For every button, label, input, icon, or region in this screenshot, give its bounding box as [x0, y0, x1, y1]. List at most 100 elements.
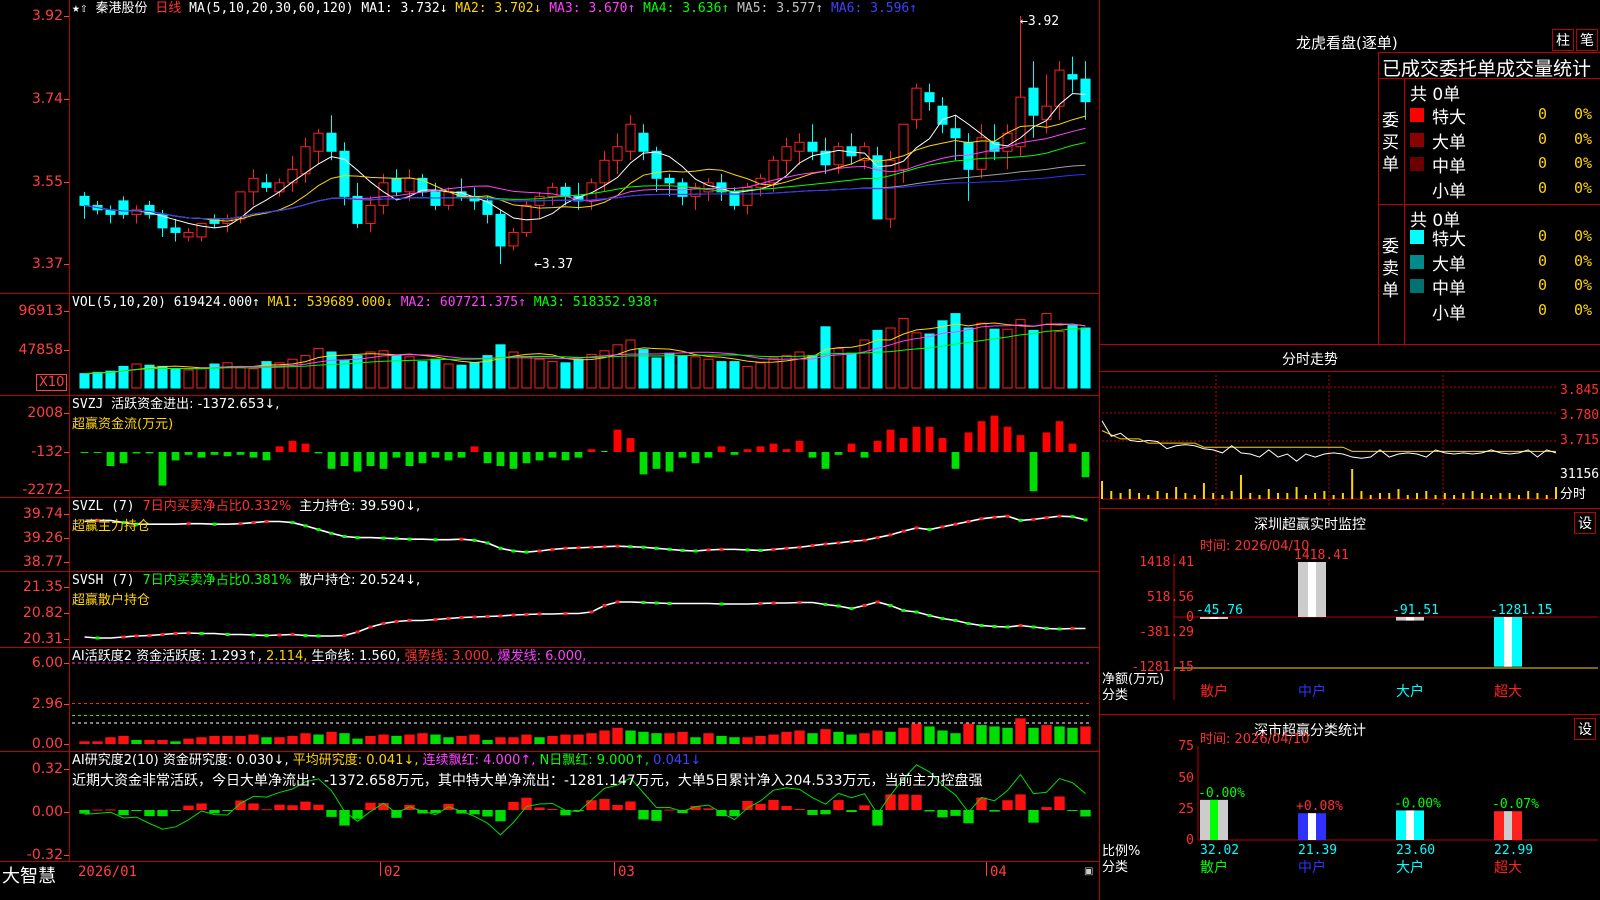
research-bar	[300, 801, 311, 810]
candle-body	[664, 177, 675, 184]
fund-flow-bar	[912, 426, 921, 452]
line-marker	[498, 614, 503, 618]
tick-view-button[interactable]: 笔	[1576, 29, 1598, 51]
svsh-header: SVSH (7) 7日内买卖净占比0.381% 散户持仓: 20.524↓,	[72, 573, 420, 589]
activity-bar	[820, 729, 831, 744]
intraday-vol-bar	[1239, 475, 1242, 499]
svzl-pane[interactable]: 39.74 39.26 38.77 SVZL (7) 7日内买卖净占比0.332…	[0, 498, 1100, 572]
fund-flow-bar	[327, 452, 336, 469]
line-marker	[797, 601, 802, 604]
svsh-label: SVSH (7)	[72, 573, 135, 588]
intraday-vol-bar	[1378, 493, 1381, 499]
intraday-unit: 分时	[1560, 487, 1587, 502]
kline-chart[interactable]	[0, 0, 1100, 294]
volume-bar	[937, 320, 948, 389]
fund-flow-bar	[249, 452, 258, 458]
ai-research-header: AI研究度2(10) 资金研究度: 0.030↓, 平均研究度: 0.041↓,…	[72, 753, 701, 769]
fund-flow-bar	[197, 452, 206, 458]
intraday-vol-bar	[1555, 487, 1557, 499]
intraday-chart[interactable]	[1100, 345, 1600, 509]
activity-bar	[950, 733, 961, 744]
volume-bar	[794, 351, 805, 389]
intraday-vol-bar	[1406, 495, 1409, 499]
ai1-title: 资金活跃度: 1.293↑,	[136, 649, 262, 664]
activity-bar	[716, 735, 727, 744]
monitor-category-label: 散户	[1200, 683, 1228, 700]
lock-icon[interactable]: ▣	[1084, 866, 1093, 877]
retail-line	[84, 601, 1086, 639]
order-percent: 0%	[1574, 129, 1593, 148]
line-marker	[290, 633, 295, 636]
activity-bar	[1002, 727, 1013, 744]
line-marker	[706, 548, 711, 552]
line-marker	[667, 547, 672, 551]
candle-body	[118, 200, 129, 215]
intraday-vol-bar	[1110, 491, 1113, 499]
order-count: 0	[1538, 129, 1548, 148]
buy-total: 共 0单	[1410, 85, 1461, 105]
volume-bar	[612, 344, 623, 389]
candle-body	[495, 213, 506, 247]
candle-body	[885, 159, 896, 220]
candle-body	[170, 227, 181, 233]
line-marker	[758, 602, 763, 605]
line-marker	[862, 538, 867, 542]
star-icon[interactable]: ★⇧	[72, 1, 88, 16]
research-bar	[950, 810, 961, 816]
research-bar	[976, 797, 987, 810]
research-bar	[703, 808, 714, 810]
svzj-pane[interactable]: 2008 -132 -2272 SVZJ 活跃资金进出: -1372.653↓,…	[0, 396, 1100, 498]
candle-body	[1054, 69, 1065, 107]
line-marker	[394, 537, 399, 541]
fund-flow-bar	[821, 452, 830, 469]
fund-flow-bar	[158, 452, 167, 486]
monitor-panel[interactable]: 深圳超赢实时监控 设 时间: 2026/04/10 -45.76 散户 1418.4…	[1100, 510, 1600, 715]
volume-bar	[755, 362, 766, 389]
volume-bar	[495, 344, 506, 389]
ai-research-pane[interactable]: 0.32 0.00 -0.32 AI研究度2(10) 资金研究度: 0.030↓…	[0, 752, 1100, 862]
line-marker	[134, 634, 139, 638]
svsh-pane[interactable]: 21.35 20.82 20.31 SVSH (7) 7日内买卖净占比0.381…	[0, 572, 1100, 648]
volume-bar	[534, 358, 545, 389]
candle-body	[807, 141, 818, 152]
monitor-xlabel: 分类	[1102, 688, 1129, 703]
order-size-swatch	[1410, 108, 1424, 122]
activity-bar	[690, 737, 701, 744]
line-marker	[1070, 627, 1075, 630]
line-marker	[342, 634, 347, 637]
line-marker	[316, 528, 321, 532]
line-marker	[719, 602, 724, 606]
high-marker: ←3.92	[1020, 14, 1060, 29]
line-marker	[381, 536, 386, 540]
candle-body	[313, 132, 324, 152]
intraday-vol-bar	[1212, 493, 1215, 499]
fund-flow-bar	[873, 440, 882, 452]
ai-activity-pane[interactable]: 6.00 2.96 0.00 AI活跃度2 资金活跃度: 1.293↑, 2.1…	[0, 648, 1100, 752]
line-marker	[537, 612, 542, 616]
svzl-label: SVZL (7)	[72, 499, 135, 514]
activity-bar	[417, 733, 428, 744]
activity-bar	[911, 723, 922, 744]
bar-view-button[interactable]: 柱	[1552, 29, 1574, 51]
period-label[interactable]: 日线	[155, 1, 181, 16]
fund-flow-bar	[366, 452, 375, 466]
intraday-panel[interactable]: 分时走势 3.845 3.780 3.715 31156 分时	[1100, 345, 1600, 509]
candle-body	[612, 146, 623, 161]
kline-pane[interactable]: 3.92 3.74 3.55 3.37 ★⇧ 秦港股份 日线 MA(5,10,2…	[0, 0, 1100, 294]
volume-pane[interactable]: 96913 47858 X10 VOL(5,10,20) 619424.000↑…	[0, 294, 1100, 396]
line-marker	[121, 635, 126, 639]
line-marker	[940, 617, 945, 620]
fund-flow-bar	[184, 452, 193, 455]
activity-bar	[469, 734, 480, 744]
activity-bar	[1041, 725, 1052, 744]
fund-flow-bar	[951, 452, 960, 469]
fund-flow-bar	[691, 452, 700, 464]
volume-bar	[456, 364, 467, 389]
classify-panel[interactable]: 深市超赢分类统计 设 时间: 2026/04/10 -0.00% 32.02 散户 +…	[1100, 716, 1600, 900]
research-bar	[326, 810, 337, 817]
line-marker	[290, 521, 295, 525]
fund-flow-bar	[899, 438, 908, 452]
activity-bar	[924, 726, 935, 744]
line-marker	[433, 538, 438, 542]
order-count: 0	[1538, 154, 1548, 172]
